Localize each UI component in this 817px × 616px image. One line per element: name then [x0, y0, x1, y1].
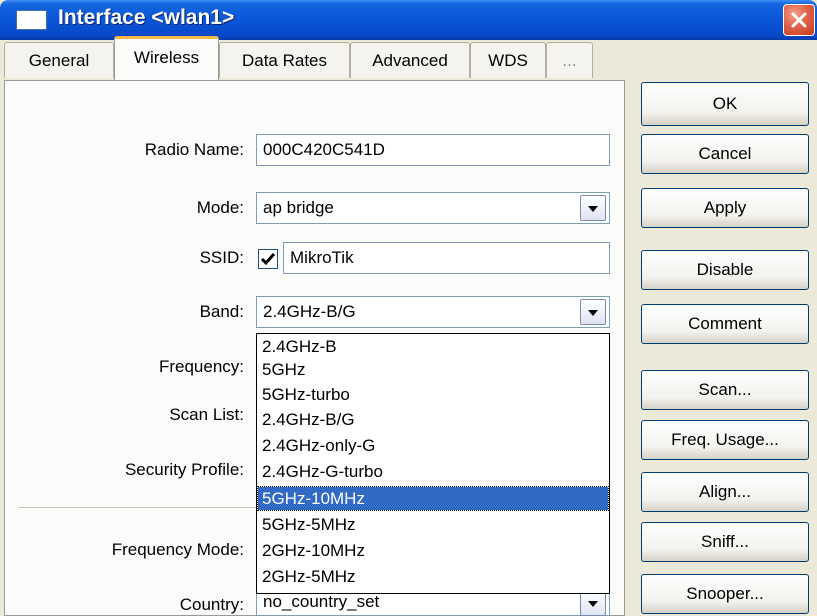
band-select-value: 2.4GHz-B/G [263, 302, 356, 321]
radio-name-input[interactable]: 000C420C541D [256, 134, 610, 166]
mode-dropdown-button[interactable] [580, 195, 606, 221]
apply-button[interactable]: Apply [641, 188, 809, 228]
band-option[interactable]: 2.4GHz-G-turbo [258, 460, 608, 483]
comment-button[interactable]: Comment [641, 304, 809, 344]
country-label: Country: [179, 595, 244, 614]
tab-general[interactable]: General [4, 42, 114, 78]
band-option[interactable]: 2GHz-10MHz [258, 539, 608, 562]
frequency-label: Frequency: [158, 357, 244, 376]
disable-button[interactable]: Disable [641, 250, 809, 290]
close-button[interactable] [783, 4, 815, 36]
tab-advanced[interactable]: Advanced [350, 42, 470, 78]
tab-wireless[interactable]: Wireless [114, 36, 219, 80]
scan-button[interactable]: Scan... [641, 370, 809, 410]
band-label: Band: [199, 302, 244, 321]
window-icon [16, 10, 47, 30]
country-select-value: no_country_set [263, 592, 380, 611]
ssid-input[interactable]: MikroTik [283, 242, 610, 274]
ok-button[interactable]: OK [641, 82, 809, 126]
mode-select-value: ap bridge [263, 198, 334, 217]
mode-select[interactable]: ap bridge [256, 192, 610, 224]
band-dropdown-list[interactable]: 2.4GHz-B 5GHz 5GHz-turbo 2.4GHz-B/G 2.4G… [256, 333, 610, 594]
tab-more[interactable]: ... [546, 42, 593, 78]
band-option[interactable]: 2.4GHz-B [258, 335, 608, 358]
tab-wds[interactable]: WDS [470, 42, 546, 78]
freq-usage-button[interactable]: Freq. Usage... [641, 420, 809, 460]
close-icon [791, 12, 807, 28]
band-option[interactable]: 5GHz-turbo [258, 383, 608, 406]
band-option-highlighted[interactable]: 5GHz-10MHz [257, 486, 609, 511]
checkmark-icon [260, 253, 276, 266]
scan-list-label: Scan List: [169, 405, 244, 424]
band-select[interactable]: 2.4GHz-B/G [256, 296, 610, 328]
tab-data-rates[interactable]: Data Rates [219, 42, 350, 78]
band-dropdown-button[interactable] [580, 299, 606, 325]
sniff-button[interactable]: Sniff... [641, 522, 809, 562]
ssid-checkbox[interactable] [258, 249, 278, 269]
band-option[interactable]: 2.4GHz-only-G [258, 434, 608, 457]
band-option[interactable]: 2.4GHz-B/G [258, 408, 608, 431]
align-button[interactable]: Align... [641, 472, 809, 512]
snooper-button[interactable]: Snooper... [641, 574, 809, 614]
title-bar[interactable]: Interface <wlan1> [0, 0, 817, 40]
band-option[interactable]: 5GHz-5MHz [258, 513, 608, 536]
window-title: Interface <wlan1> [58, 6, 235, 29]
cancel-button[interactable]: Cancel [641, 134, 809, 174]
frequency-mode-label: Frequency Mode: [111, 540, 244, 559]
security-profile-label: Security Profile: [124, 460, 244, 479]
band-option[interactable]: 5GHz [258, 358, 608, 381]
mode-label: Mode: [196, 198, 244, 217]
radio-name-label: Radio Name: [144, 140, 244, 159]
band-option[interactable]: 2GHz-5MHz [258, 565, 608, 588]
ssid-label: SSID: [199, 248, 244, 267]
